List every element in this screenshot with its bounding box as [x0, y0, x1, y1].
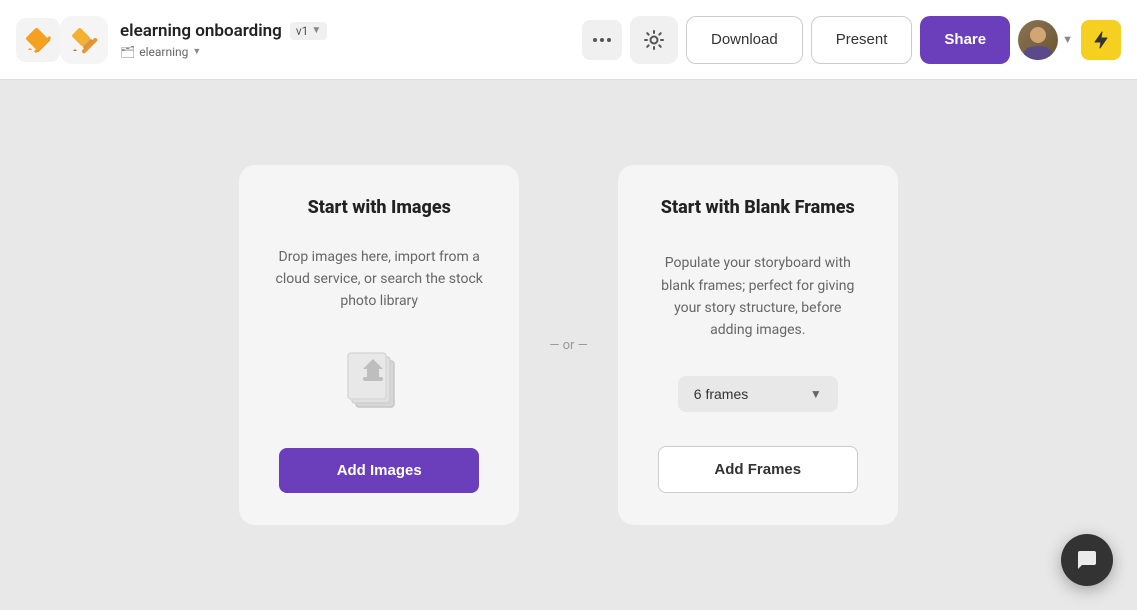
- frames-card-title: Start with Blank Frames: [661, 197, 855, 218]
- main-content: Start with Images Drop images here, impo…: [0, 80, 1137, 610]
- present-button[interactable]: Present: [811, 16, 913, 64]
- header: elearning onboarding v1 ▼ 🗂 elearning ▼: [0, 0, 1137, 80]
- logo-icon: [16, 18, 60, 62]
- frames-option-label: 6 frames: [694, 386, 748, 402]
- breadcrumb-folder[interactable]: 🗂 elearning ▼: [120, 45, 201, 59]
- images-card-description: Drop images here, import from a cloud se…: [275, 246, 483, 313]
- title-area: elearning onboarding v1 ▼ 🗂 elearning ▼: [120, 21, 327, 59]
- folder-icon: 🗂: [120, 45, 135, 59]
- download-button[interactable]: Download: [686, 16, 803, 64]
- header-actions: Download Present Share ▼: [582, 16, 1121, 64]
- breadcrumb-chevron-icon: ▼: [192, 46, 201, 57]
- upload-icon-area: [344, 340, 414, 420]
- start-with-images-card: Start with Images Drop images here, impo…: [239, 165, 519, 525]
- or-text: — or —: [549, 338, 588, 353]
- upload-icon: [344, 345, 414, 415]
- frames-card-description: Populate your storyboard with blank fram…: [654, 252, 862, 342]
- start-with-blank-frames-card: Start with Blank Frames Populate your st…: [618, 165, 898, 525]
- chat-button[interactable]: [1061, 534, 1113, 586]
- app-logo: [60, 16, 108, 64]
- settings-button[interactable]: [630, 16, 678, 64]
- breadcrumb-label: elearning: [139, 45, 188, 59]
- add-frames-button[interactable]: Add Frames: [658, 446, 858, 493]
- avatar-area: ▼: [1018, 20, 1073, 60]
- version-chevron-icon: ▼: [311, 25, 321, 36]
- frames-count-dropdown[interactable]: 6 frames ▼: [678, 376, 838, 412]
- frames-dropdown-chevron-icon: ▼: [810, 387, 822, 401]
- logo-area: [16, 18, 60, 62]
- images-card-title: Start with Images: [308, 197, 451, 218]
- or-separator: — or —: [539, 338, 598, 353]
- avatar[interactable]: [1018, 20, 1058, 60]
- add-images-button[interactable]: Add Images: [279, 448, 479, 493]
- more-options-button[interactable]: [582, 20, 622, 60]
- avatar-chevron-icon[interactable]: ▼: [1062, 33, 1073, 46]
- lightning-button[interactable]: [1081, 20, 1121, 60]
- version-label: v1: [296, 24, 309, 38]
- version-selector[interactable]: v1 ▼: [290, 22, 327, 40]
- share-button[interactable]: Share: [920, 16, 1010, 64]
- project-title: elearning onboarding: [120, 21, 282, 41]
